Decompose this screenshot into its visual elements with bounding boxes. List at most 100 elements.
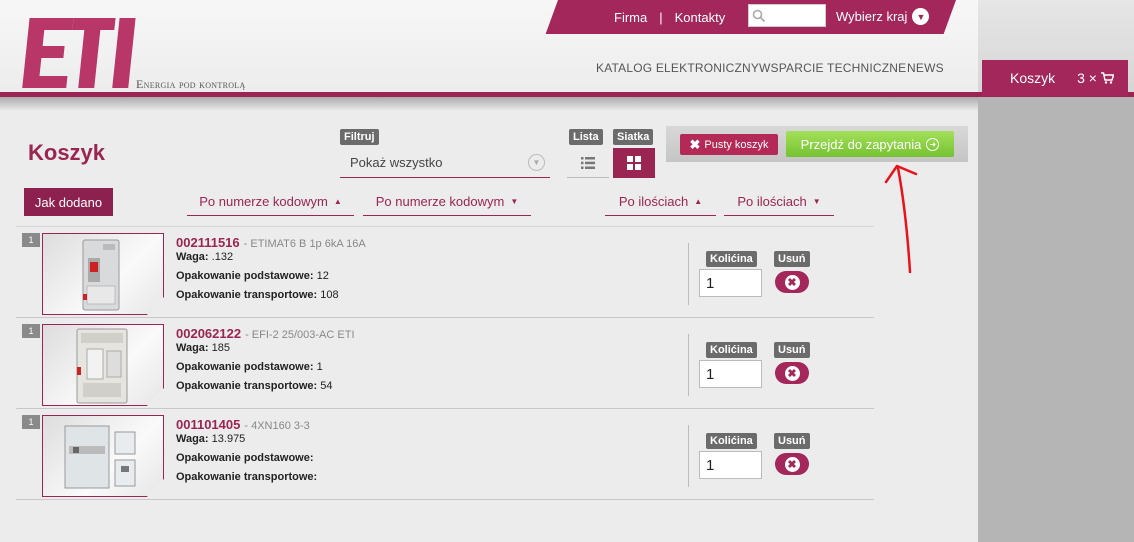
sort-qty-desc-button[interactable]: Po ilościach ▼ — [724, 188, 834, 216]
basic-pack-label: Opakowanie podstawowe: — [176, 361, 314, 373]
product-image[interactable] — [42, 233, 164, 315]
product-image[interactable] — [42, 415, 164, 497]
remove-label: Usuń — [774, 342, 810, 358]
quantity-input[interactable] — [699, 451, 762, 479]
nav-support[interactable]: WSPARCIE TECHNICZNE — [759, 61, 906, 75]
basic-pack-line: Opakowanie podstawowe: 1 — [176, 361, 323, 373]
page-title: Koszyk — [28, 140, 106, 165]
close-icon: ✖ — [784, 365, 800, 381]
country-selector[interactable]: Wybierz kraj ▼ — [836, 8, 930, 25]
quantity-label: Kolićina — [706, 433, 757, 449]
remove-item-button[interactable]: ✖ — [775, 453, 809, 475]
product-code: 002062122 — [176, 326, 242, 341]
product-code-link[interactable]: 002111516- ETIMAT6 B 1p 6kA 16A — [176, 235, 366, 250]
transport-pack-label: Opakowanie transportowe: — [176, 289, 318, 301]
transport-pack-line: Opakowanie transportowe: 54 — [176, 380, 333, 392]
product-code: 001101405 — [176, 417, 241, 432]
column-divider — [688, 425, 689, 487]
eti-logo[interactable] — [16, 14, 136, 90]
view-grid-label: Siatka — [613, 129, 654, 145]
cart-icon — [1100, 72, 1114, 84]
enclosure-icon — [64, 425, 136, 489]
view-grid-button[interactable] — [613, 148, 655, 178]
transport-pack-label: Opakowanie transportowe: — [176, 380, 318, 392]
cart-item-row: 1 002111516- ETIMAT6 B 1p 6kA 16A Waga: … — [16, 227, 874, 318]
cart-item-row: 1 001101405- 4XN160 3-3 Waga: 13.975 Opa… — [16, 409, 874, 500]
quantity-input[interactable] — [699, 269, 762, 297]
link-firma[interactable]: Firma — [614, 10, 647, 25]
product-description: - ETIMAT6 B 1p 6kA 16A — [243, 238, 366, 250]
grid-icon — [627, 156, 641, 170]
go-to-inquiry-label: Przejdź do zapytania — [800, 136, 922, 152]
separator: | — [659, 9, 663, 25]
nav-news[interactable]: NEWS — [907, 61, 944, 75]
transport-pack-line: Opakowanie transportowe: — [176, 471, 317, 483]
search-input[interactable] — [748, 4, 826, 27]
circuit-breaker-icon — [82, 239, 120, 311]
product-description: - EFI-2 25/003-AC ETI — [245, 329, 355, 341]
basic-pack-label: Opakowanie podstawowe: — [176, 270, 314, 282]
item-index: 1 — [22, 324, 40, 338]
cart-tab[interactable]: Koszyk 3 × — [982, 60, 1128, 96]
sort-up-icon: ▲ — [694, 197, 703, 206]
basic-pack-line: Opakowanie podstawowe: 12 — [176, 270, 329, 282]
remove-label: Usuń — [774, 433, 810, 449]
item-index: 1 — [22, 233, 40, 247]
filter-selected-value: Pokaż wszystko — [350, 155, 443, 170]
weight-value: .132 — [211, 251, 234, 263]
country-label: Wybierz kraj — [836, 9, 908, 24]
sort-up-icon: ▲ — [333, 197, 342, 206]
close-icon: ✖ — [784, 456, 800, 472]
link-kontakty[interactable]: Kontakty — [675, 10, 726, 25]
annotation-arrow-icon — [884, 164, 918, 274]
product-code-link[interactable]: 001101405- 4XN160 3-3 — [176, 417, 310, 432]
quantity-label: Kolićina — [706, 342, 757, 358]
top-links: Firma | Kontakty — [570, 0, 733, 34]
weight-line: Waga: 13.975 — [176, 433, 245, 445]
transport-pack-value: 54 — [320, 380, 333, 392]
go-to-inquiry-button[interactable]: Przejdź do zapytania ➜ — [786, 131, 954, 157]
product-code: 002111516 — [176, 235, 240, 250]
sort-as-added-button[interactable]: Jak dodano — [24, 188, 113, 216]
column-divider — [688, 243, 689, 305]
weight-label: Waga: — [176, 342, 209, 354]
sort-down-icon: ▼ — [510, 197, 519, 206]
sort-code-desc-button[interactable]: Po numerze kodowym ▼ — [363, 188, 531, 216]
remove-label: Usuń — [774, 251, 810, 267]
nav-catalog[interactable]: KATALOG ELEKTRONICZNY — [596, 61, 759, 75]
weight-label: Waga: — [176, 251, 209, 263]
chevron-down-icon: ▼ — [912, 8, 930, 25]
sort-code-desc-label: Po numerze kodowym — [375, 194, 505, 209]
sort-code-asc-label: Po numerze kodowym — [199, 194, 328, 209]
list-icon — [581, 156, 595, 169]
product-description: - 4XN160 3-3 — [244, 420, 310, 432]
remove-item-button[interactable]: ✖ — [775, 362, 809, 384]
tagline: Energia pod kontrolą — [136, 77, 246, 91]
product-code-link[interactable]: 002062122- EFI-2 25/003-AC ETI — [176, 326, 355, 341]
quantity-input[interactable] — [699, 360, 762, 388]
transport-pack-value: 108 — [320, 289, 339, 301]
weight-line: Waga: 185 — [176, 342, 230, 354]
close-icon: ✖ — [784, 274, 800, 290]
view-list-button[interactable] — [567, 148, 609, 178]
transport-pack-line: Opakowanie transportowe: 108 — [176, 289, 339, 301]
basic-pack-label: Opakowanie podstawowe: — [176, 452, 314, 464]
chevron-down-icon: ▼ — [528, 154, 545, 171]
basic-pack-value: 12 — [316, 270, 329, 282]
cart-count: 3 × — [1077, 70, 1097, 86]
remove-item-button[interactable]: ✖ — [775, 271, 809, 293]
weight-value: 185 — [211, 342, 231, 354]
sort-down-icon: ▼ — [812, 197, 821, 206]
weight-line: Waga: .132 — [176, 251, 233, 263]
arrow-right-icon: ➜ — [926, 137, 940, 151]
transport-pack-label: Opakowanie transportowe: — [176, 471, 318, 483]
weight-value: 13.975 — [211, 433, 246, 445]
empty-cart-button[interactable]: ✖ Pusty koszyk — [680, 134, 778, 155]
quantity-label: Kolićina — [706, 251, 757, 267]
filter-select[interactable]: Pokaż wszystko ▼ — [340, 148, 550, 178]
sort-qty-asc-button[interactable]: Po ilościach ▲ — [605, 188, 716, 216]
sort-code-asc-button[interactable]: Po numerze kodowym ▲ — [187, 188, 354, 216]
item-index: 1 — [22, 415, 40, 429]
product-image[interactable] — [42, 324, 164, 406]
empty-cart-label: Pusty koszyk — [704, 138, 769, 151]
